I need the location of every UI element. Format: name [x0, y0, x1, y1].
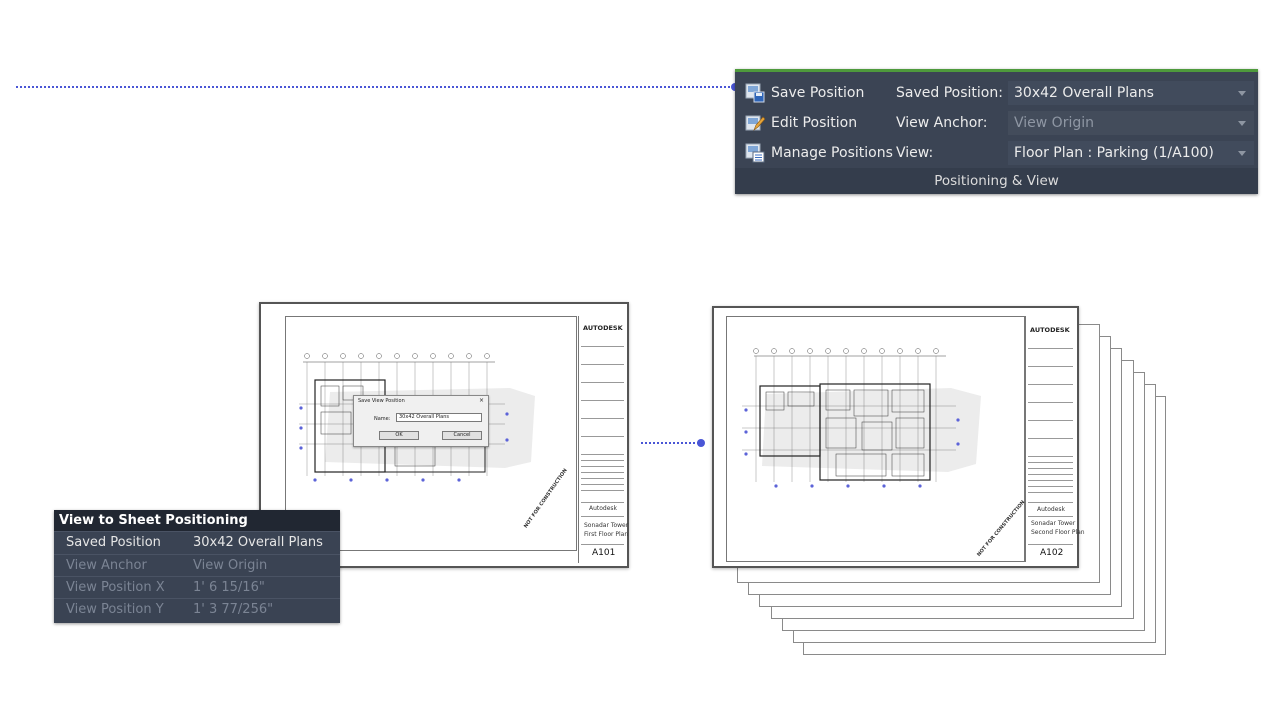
sheet-number: A102	[1040, 548, 1064, 558]
chevron-down-icon	[1238, 151, 1246, 156]
property-key: Saved Position	[66, 535, 161, 550]
view-anchor-label: View Anchor:	[896, 115, 988, 131]
edit-position-label: Edit Position	[771, 115, 858, 131]
connector-line-to-ribbon	[16, 86, 734, 88]
property-key: View Anchor	[66, 558, 147, 573]
property-row-view-position-x: View Position X 1' 6 15/16"	[54, 576, 340, 599]
manage-positions-button[interactable]: Manage Positions	[745, 141, 893, 165]
view-value: Floor Plan : Parking (1/A100)	[1014, 145, 1214, 161]
chevron-down-icon	[1238, 91, 1246, 96]
property-key: View Position X	[66, 580, 165, 595]
sheet-title-line1: Sonadar Tower	[584, 522, 629, 529]
saved-position-dropdown[interactable]: 30x42 Overall Plans	[1008, 81, 1254, 105]
sheet-title-line2: First Floor Plan	[584, 531, 629, 538]
panel-title: View to Sheet Positioning	[54, 510, 340, 531]
dialog-title: Save View Position	[358, 398, 405, 404]
view-to-sheet-positioning-panel: View to Sheet Positioning Saved Position…	[54, 510, 340, 623]
property-key: View Position Y	[66, 602, 164, 617]
floor-plan-drawing	[742, 348, 981, 488]
connector-line-between-sheets	[641, 442, 699, 444]
property-value[interactable]: 30x42 Overall Plans	[193, 532, 323, 554]
sheet-number: A101	[592, 548, 616, 558]
project-name: Autodesk	[1037, 506, 1066, 513]
property-value: 1' 6 15/16"	[193, 580, 265, 595]
chevron-down-icon	[1238, 121, 1246, 126]
property-row-saved-position[interactable]: Saved Position 30x42 Overall Plans	[54, 531, 340, 554]
manage-positions-icon	[745, 143, 765, 163]
saved-position-value: 30x42 Overall Plans	[1014, 85, 1154, 101]
view-anchor-value: View Origin	[1014, 115, 1094, 131]
view-dropdown[interactable]: Floor Plan : Parking (1/A100)	[1008, 141, 1254, 165]
view-anchor-dropdown: View Origin	[1008, 111, 1254, 135]
positioning-view-ribbon-panel: Save Position Edit Position Manage Posit…	[735, 69, 1258, 194]
sheet-title-line2: Second Floor Plan	[1031, 529, 1085, 536]
ribbon-panel-title: Positioning & View	[735, 168, 1258, 194]
close-icon[interactable]: ×	[479, 397, 484, 404]
save-position-label: Save Position	[771, 85, 865, 101]
dialog-name-label: Name:	[374, 416, 391, 422]
manage-positions-label: Manage Positions	[771, 145, 893, 161]
save-position-icon	[745, 83, 765, 103]
property-row-view-position-y: View Position Y 1' 3 77/256"	[54, 598, 340, 621]
save-view-position-dialog: Save View Position × Name: 30x42 Overall…	[353, 395, 489, 447]
property-row-view-anchor: View Anchor View Origin	[54, 554, 340, 577]
edit-position-icon	[745, 113, 765, 133]
sheet-a102: NOT FOR CONSTRUCTION AUTODESK Autodesk S…	[712, 306, 1085, 568]
ok-button[interactable]: OK	[379, 431, 419, 440]
saved-position-label: Saved Position:	[896, 85, 1003, 101]
save-position-button[interactable]: Save Position	[745, 81, 864, 105]
connector-dot-sheets	[697, 439, 705, 447]
property-value: View Origin	[193, 558, 268, 573]
cancel-button[interactable]: Cancel	[442, 431, 482, 440]
property-value: 1' 3 77/256"	[193, 602, 274, 617]
dialog-name-input[interactable]: 30x42 Overall Plans	[396, 413, 482, 422]
sheet-title-line1: Sonadar Tower	[1031, 520, 1076, 527]
autodesk-logo: AUTODESK	[1030, 326, 1070, 334]
view-label: View:	[896, 145, 934, 161]
project-name: Autodesk	[589, 505, 618, 512]
title-block: AUTODESK Autodesk Sonadar Tower First Fl…	[578, 316, 629, 563]
title-block: AUTODESK Autodesk Sonadar Tower Second F…	[1025, 316, 1085, 562]
edit-position-button[interactable]: Edit Position	[745, 111, 857, 135]
autodesk-logo: AUTODESK	[583, 324, 623, 332]
